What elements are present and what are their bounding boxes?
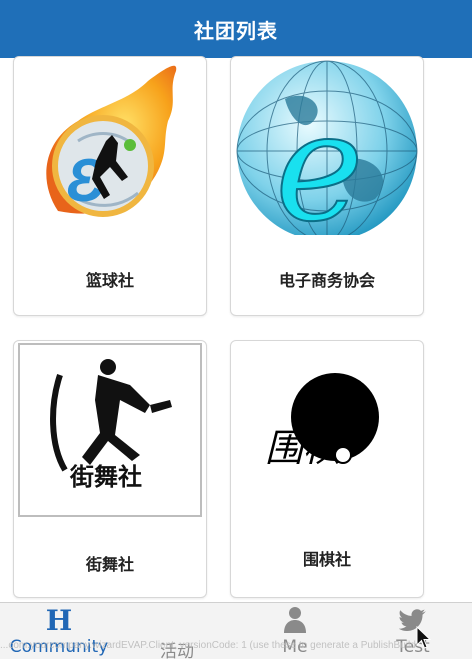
twitter-bird-icon xyxy=(354,605,472,635)
page-title: 社团列表 xyxy=(194,18,278,43)
club-name: 篮球社 xyxy=(85,271,134,290)
go-club-logo-icon: 围棋 xyxy=(235,351,419,511)
mouse-cursor-icon xyxy=(416,625,432,654)
person-icon xyxy=(236,605,354,635)
club-card-go[interactable]: 围棋 围棋社 xyxy=(230,340,424,598)
activity-icon xyxy=(118,605,236,635)
club-card-basketball[interactable]: Ɛ 篮球社 xyxy=(13,56,207,316)
community-h-icon: H xyxy=(45,603,73,637)
club-name: 街舞社 xyxy=(85,555,134,574)
svg-text:e: e xyxy=(275,81,364,235)
go-image-text: 围棋 xyxy=(265,426,346,470)
basketball-logo-icon: Ɛ xyxy=(18,61,202,236)
club-card-street-dance[interactable]: 街舞社 街舞社 xyxy=(13,340,207,598)
club-name: 电子商务协会 xyxy=(278,271,375,290)
ecommerce-globe-icon: e xyxy=(235,59,419,256)
street-dance-logo-icon: 街舞社 xyxy=(18,343,202,517)
club-name: 围棋社 xyxy=(302,550,351,569)
street-dance-image-text: 街舞社 xyxy=(69,463,142,491)
debug-footer-note: ...com.yourcompany.wizardEVAP.Client, ve… xyxy=(0,640,416,651)
club-card-ecommerce[interactable]: e 电子商务协会 xyxy=(230,56,424,316)
page-header: 社团列表 xyxy=(0,0,472,58)
